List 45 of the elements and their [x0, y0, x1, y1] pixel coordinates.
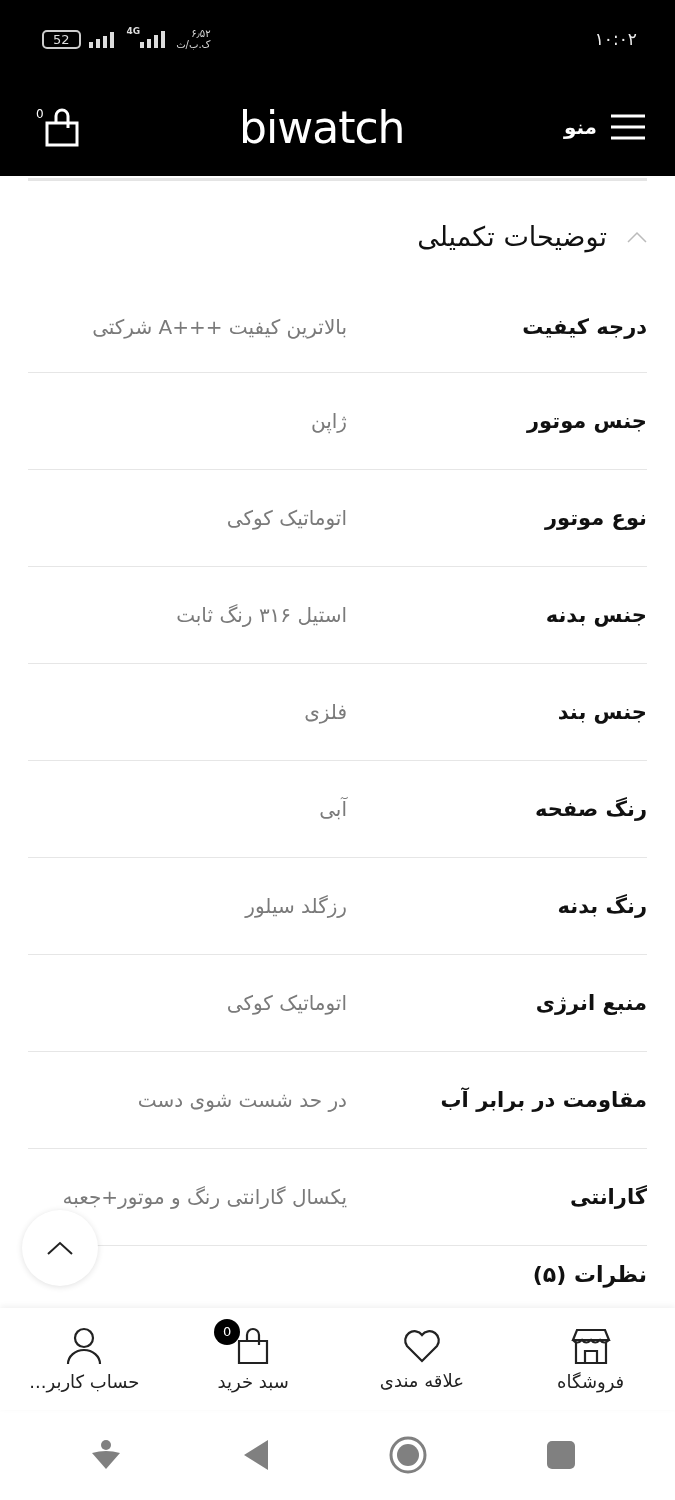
nav-item[interactable]: علاقه مندی	[337, 1308, 507, 1410]
store-icon	[570, 1326, 611, 1365]
attribute-label: گارانتی	[568, 1185, 647, 1209]
speed-unit: ک.ب/ث	[176, 39, 211, 50]
section-title: توضیحات تکمیلی	[417, 221, 607, 252]
nav-item[interactable]: فروشگاه	[506, 1308, 675, 1410]
attribute-label: جنس موتور	[525, 409, 647, 433]
attribute-label: رنگ صفحه	[533, 797, 647, 821]
heart-icon	[401, 1327, 442, 1364]
attribute-value: بالاترین کیفیت +++A شرکتی	[91, 314, 347, 339]
menu-icon	[611, 114, 645, 140]
attribute-value: آبی	[318, 797, 347, 821]
attribute-label: نوع موتور	[543, 506, 647, 530]
attribute-label: درجه کیفیت	[521, 314, 647, 339]
attribute-value: ژاپن	[310, 409, 347, 433]
attribute-value: استیل ۳۱۶ رنگ ثابت	[175, 603, 347, 627]
chevron-up-icon	[47, 1241, 73, 1255]
shopping-bag-icon	[236, 1326, 271, 1365]
accessibility-icon[interactable]	[89, 1439, 122, 1471]
attribute-label: رنگ بدنه	[556, 894, 647, 918]
clock: ۱۰:۰۲	[594, 29, 637, 49]
attribute-value: اتوماتیک کوکی	[225, 991, 347, 1015]
user-icon	[65, 1326, 104, 1365]
attribute-value: رزگلد سیلور	[243, 894, 347, 918]
logo[interactable]: biwatch	[239, 101, 405, 153]
cart-count: 0	[36, 107, 44, 121]
nav-item[interactable]: حساب کاربر...	[0, 1308, 169, 1410]
attribute-label: منبع انرژی	[534, 991, 647, 1015]
attribute-value: در حد شست شوی دست	[136, 1088, 347, 1112]
cart-badge: 0	[214, 1318, 241, 1345]
section-header[interactable]: توضیحات تکمیلی	[28, 181, 647, 281]
battery-level: 52	[42, 29, 81, 49]
recents-icon[interactable]	[547, 1441, 576, 1469]
attribute-label: جنس بند	[556, 700, 647, 724]
attribute-label: جنس بدنه	[544, 603, 647, 627]
attribute-label: مقاومت در برابر آب	[439, 1088, 647, 1112]
menu-button[interactable]: منو	[563, 114, 645, 140]
shopping-bag-icon[interactable]	[43, 107, 80, 147]
attribute-value: یکسال گارانتی رنگ و موتور+جعبه	[61, 1185, 347, 1209]
data-speed: ۶٫۵۲	[190, 28, 211, 39]
home-icon[interactable]	[389, 1436, 428, 1474]
attribute-value: اتوماتیک کوکی	[225, 506, 347, 530]
section-title[interactable]: نظرات (۵)	[532, 1262, 647, 1287]
network-type: 4G	[126, 26, 141, 36]
attribute-value: فلزی	[303, 700, 347, 724]
